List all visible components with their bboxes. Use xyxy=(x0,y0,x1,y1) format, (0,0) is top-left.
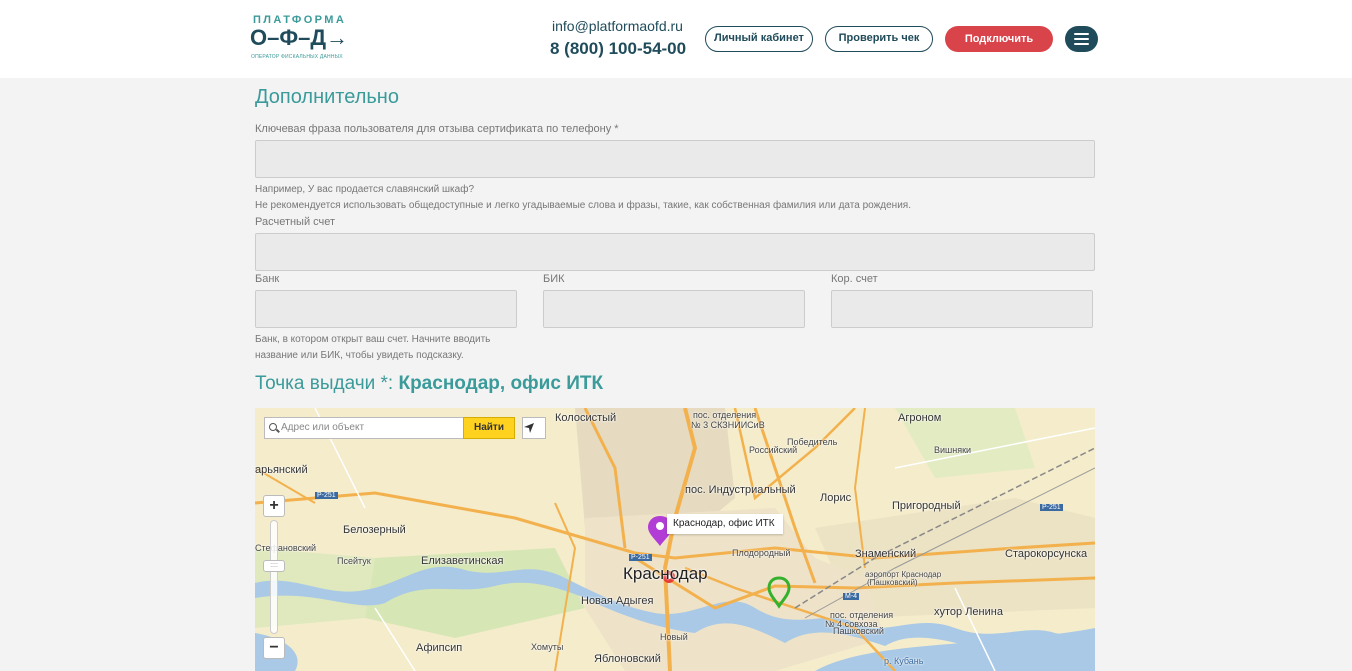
connect-button[interactable]: Подключить xyxy=(945,26,1053,52)
pickup-point-value: Краснодар, офис ИТК xyxy=(398,373,604,394)
account-input[interactable] xyxy=(255,233,1095,271)
road-sign: M-4 xyxy=(843,593,860,600)
bik-label: БИК xyxy=(543,273,565,285)
contact-phone-link[interactable]: 8 (800) 100-54-00 xyxy=(550,39,686,59)
platforma-ofd-logo[interactable]: ПЛАТФОРМА О–Ф–Д→ ОПЕРАТОР ФИСКАЛЬНЫХ ДАН… xyxy=(250,14,360,64)
map-label: Афипсип xyxy=(416,642,463,654)
map-label-city: Краснодар xyxy=(623,564,708,583)
map-find-button[interactable]: Найти xyxy=(463,417,515,439)
road-sign: P-251 xyxy=(1040,504,1063,511)
burger-line xyxy=(1074,43,1089,45)
burger-line xyxy=(1074,33,1089,35)
map-label: Елизаветинская xyxy=(421,555,504,567)
map-label: Старокорсунска xyxy=(1005,548,1088,560)
geolocation-arrow-icon[interactable] xyxy=(522,417,546,439)
zoom-in-button[interactable]: + xyxy=(263,495,285,517)
zoom-slider-track[interactable] xyxy=(270,520,278,634)
site-header: ПЛАТФОРМА О–Ф–Д→ ОПЕРАТОР ФИСКАЛЬНЫХ ДАН… xyxy=(0,0,1352,78)
logo-bottom-text: ОПЕРАТОР ФИСКАЛЬНЫХ ДАННЫХ xyxy=(251,54,343,60)
map-label: Пригородный xyxy=(892,500,961,512)
map-label: Новая Адыгея xyxy=(581,595,654,607)
bank-hint-line-2: название или БИК, чтобы увидеть подсказк… xyxy=(255,350,464,361)
map-search-input[interactable]: Адрес или объект xyxy=(264,417,464,439)
map-label: Вишняки xyxy=(934,445,972,455)
map-label: Знаменский xyxy=(855,548,917,560)
passphrase-input[interactable] xyxy=(255,140,1095,178)
passphrase-hint-example: Например, У вас продается славянский шка… xyxy=(255,184,475,195)
pickup-point-heading: Точка выдачи *: Краснодар, офис ИТК xyxy=(255,373,603,395)
map-label: пос. отделения xyxy=(693,410,757,420)
office-balloon[interactable]: Краснодар, офис ИТК xyxy=(667,514,783,534)
map-label: Плодородный xyxy=(732,548,791,558)
map-label: Белозерный xyxy=(343,524,406,536)
road-sign: P-251 xyxy=(315,492,338,499)
bank-input[interactable] xyxy=(255,290,517,328)
logo-mid-text: О–Ф–Д→ xyxy=(250,25,349,50)
map-label: пос. Индустриальный xyxy=(685,484,796,496)
map-label: Российский xyxy=(749,445,798,455)
map-label: № 3 СКЗНИИСиВ xyxy=(691,420,765,430)
map-label: Стефановский xyxy=(255,543,317,553)
pickup-point-label: Точка выдачи *: xyxy=(255,373,394,394)
map-label: хутор Ленина xyxy=(934,606,1003,618)
map-label: Псейтук xyxy=(337,556,371,566)
map-label: арьянский xyxy=(255,464,308,476)
zoom-slider-thumb[interactable]: :::: xyxy=(263,560,285,572)
pickup-map[interactable]: Колосистый пос. отделения № 3 СКЗНИИСиВ … xyxy=(255,408,1095,671)
burger-line xyxy=(1074,38,1089,40)
bank-label: Банк xyxy=(255,273,280,285)
bank-hint-line-1: Банк, в котором открыт ваш счет. Начните… xyxy=(255,334,491,345)
map-label: Новый xyxy=(660,632,688,642)
map-label: Колосистый xyxy=(555,412,617,424)
map-label: Лорис xyxy=(820,492,852,504)
map-label: р. Кубань xyxy=(884,656,924,666)
map-label: Агроном xyxy=(898,412,942,424)
map-label: Хомуты xyxy=(531,642,564,652)
passphrase-hint-advice: Не рекомендуется использовать общедоступ… xyxy=(255,200,911,211)
passphrase-label: Ключевая фраза пользователя для отзыва с… xyxy=(255,123,619,135)
contact-email-link[interactable]: info@platformaofd.ru xyxy=(552,18,683,34)
map-label: Яблоновский xyxy=(594,653,661,665)
map-search-placeholder: Адрес или объект xyxy=(281,422,365,433)
corr-account-label: Кор. счет xyxy=(831,273,878,285)
account-label: Расчетный счет xyxy=(255,216,336,228)
personal-cabinet-button[interactable]: Личный кабинет xyxy=(705,26,813,52)
corr-account-input[interactable] xyxy=(831,290,1093,328)
map-label: Пашковский xyxy=(833,626,884,636)
menu-burger-icon[interactable] xyxy=(1065,26,1098,52)
bik-input[interactable] xyxy=(543,290,805,328)
zoom-out-button[interactable]: − xyxy=(263,637,285,659)
search-icon xyxy=(269,423,277,431)
section-title: Дополнительно xyxy=(255,86,399,108)
road-sign: P-251 xyxy=(629,554,652,561)
map-label: (Пашковский) xyxy=(867,578,918,587)
check-receipt-button[interactable]: Проверить чек xyxy=(825,26,933,52)
